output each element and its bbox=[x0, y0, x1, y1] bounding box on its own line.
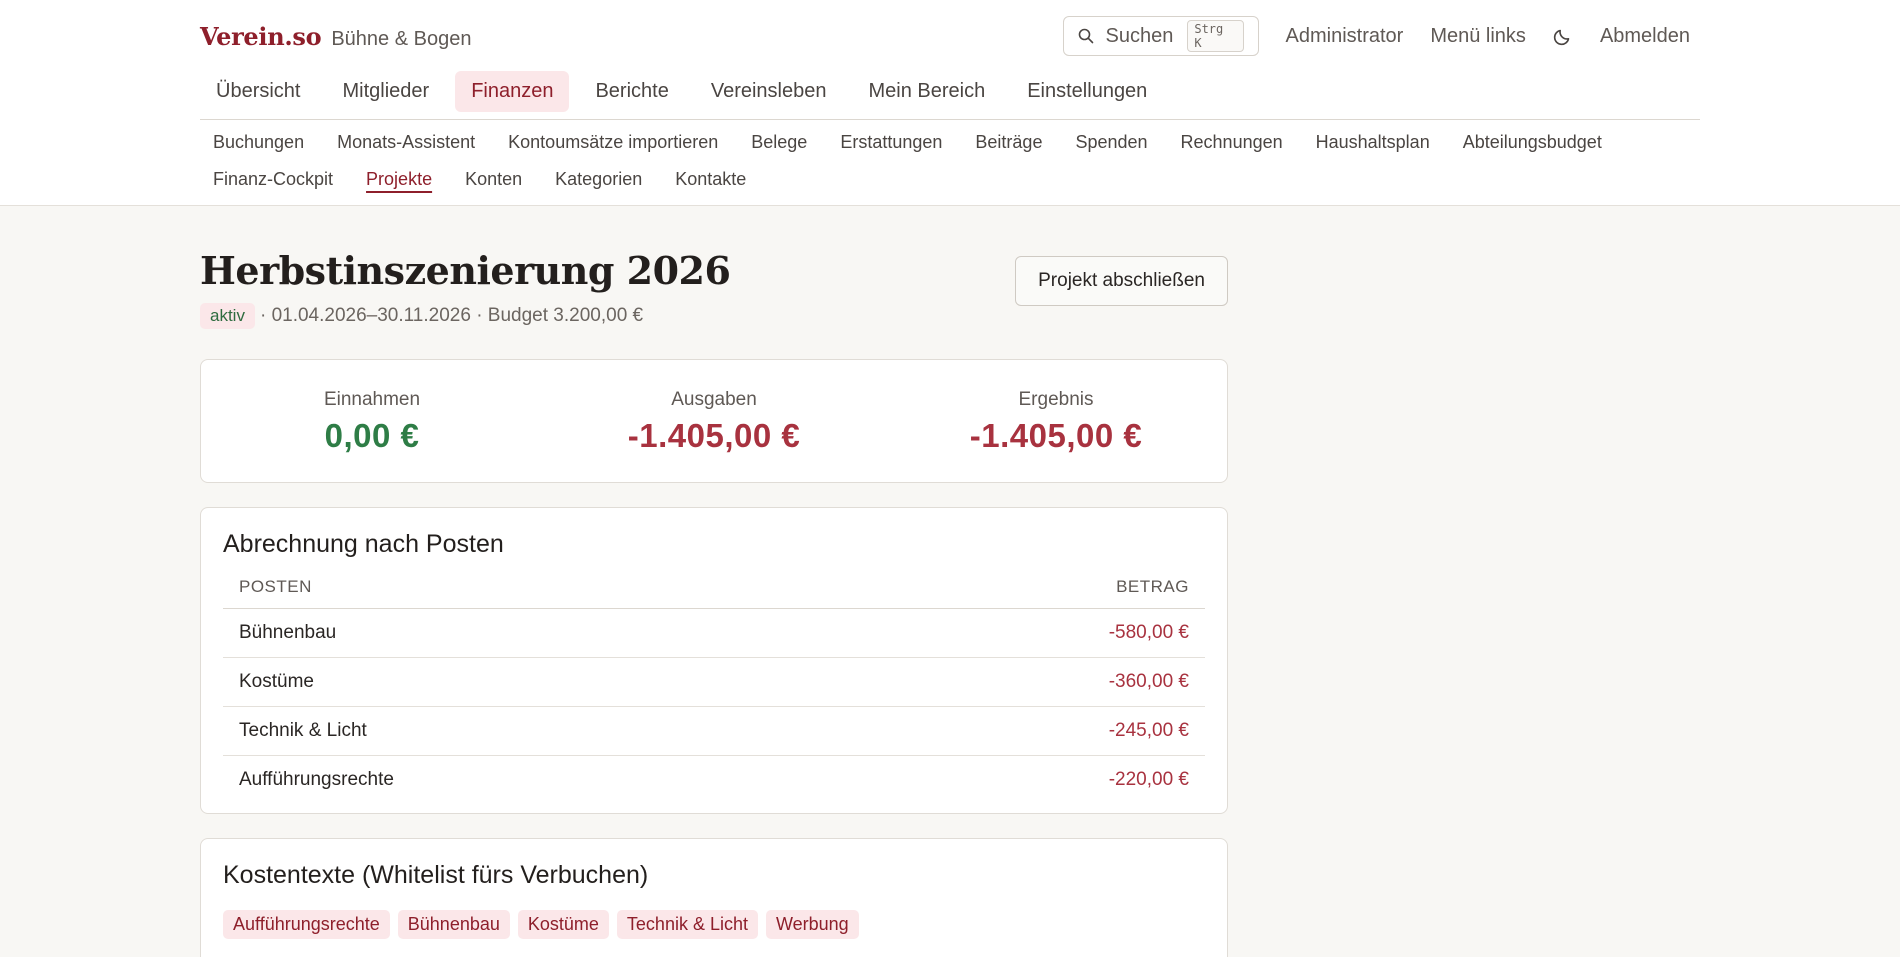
organization-name: Bühne & Bogen bbox=[331, 27, 472, 50]
row-item: Technik & Licht bbox=[223, 706, 837, 756]
logo[interactable]: Verein.so bbox=[200, 22, 322, 51]
project-header: Herbstinszenierung 2026 aktiv · 01.04.20… bbox=[200, 206, 1228, 329]
main-nav: Übersicht Mitglieder Finanzen Berichte V… bbox=[200, 71, 1700, 120]
search-label: Suchen bbox=[1105, 24, 1174, 47]
search-shortcut: Strg K bbox=[1187, 20, 1244, 52]
search-icon bbox=[1078, 28, 1093, 44]
main-nav-item-einstellungen[interactable]: Einstellungen bbox=[1011, 71, 1163, 112]
expenses-stat: Ausgaben -1.405,00 € bbox=[543, 360, 885, 482]
summary-card: Einnahmen 0,00 € Ausgaben -1.405,00 € Er… bbox=[200, 359, 1228, 483]
sub-nav-item-kategorien[interactable]: Kategorien bbox=[555, 165, 642, 194]
main-nav-item-finanzen[interactable]: Finanzen bbox=[455, 71, 570, 112]
cost-texts-title: Kostentexte (Whitelist fürs Verbuchen) bbox=[223, 860, 649, 889]
sub-nav-item-abteilungsbudget[interactable]: Abteilungsbudget bbox=[1463, 128, 1602, 157]
sub-nav: Buchungen Monats-Assistent Kontoumsätze … bbox=[200, 120, 1700, 194]
cost-text-tags: Aufführungsrechte Bühnenbau Kostüme Tech… bbox=[223, 909, 1205, 939]
income-value: 0,00 € bbox=[324, 417, 420, 454]
page-title: Herbstinszenierung 2026 bbox=[200, 248, 731, 293]
sub-nav-item-kontakte[interactable]: Kontakte bbox=[675, 165, 746, 194]
header-actions: Suchen Strg K Administrator Menü links A… bbox=[1062, 16, 1700, 56]
sub-nav-item-projekte[interactable]: Projekte bbox=[366, 165, 432, 194]
income-stat: Einnahmen 0,00 € bbox=[201, 360, 543, 482]
table-header-row: POSTEN BETRAG bbox=[223, 577, 1205, 609]
sub-nav-item-rechnungen[interactable]: Rechnungen bbox=[1181, 128, 1283, 157]
table-row: Kostüme -360,00 € bbox=[223, 657, 1205, 707]
sub-nav-item-monats-assistent[interactable]: Monats-Assistent bbox=[337, 128, 475, 157]
sub-nav-item-beitraege[interactable]: Beiträge bbox=[975, 128, 1042, 157]
result-value: -1.405,00 € bbox=[969, 417, 1143, 454]
menu-left-link[interactable]: Menü links bbox=[1430, 25, 1526, 48]
theme-toggle[interactable] bbox=[1553, 26, 1573, 46]
table-row: Bühnenbau -580,00 € bbox=[223, 608, 1205, 658]
sub-nav-item-buchungen[interactable]: Buchungen bbox=[213, 128, 304, 157]
cost-text-tag[interactable]: Werbung bbox=[765, 909, 859, 939]
main-nav-item-uebersicht[interactable]: Übersicht bbox=[200, 71, 316, 112]
logout-link[interactable]: Abmelden bbox=[1600, 25, 1690, 48]
sub-nav-item-kontoumsaetze[interactable]: Kontoumsätze importieren bbox=[508, 128, 718, 157]
cost-text-tag[interactable]: Kostüme bbox=[517, 909, 609, 939]
sub-nav-item-erstattungen[interactable]: Erstattungen bbox=[840, 128, 942, 157]
status-badge: aktiv bbox=[200, 303, 255, 329]
top-bar: Verein.so Bühne & Bogen Suchen Strg K Ad… bbox=[0, 0, 1900, 206]
row-item: Aufführungsrechte bbox=[239, 769, 394, 791]
result-stat: Ergebnis -1.405,00 € bbox=[885, 360, 1227, 482]
main-nav-item-berichte[interactable]: Berichte bbox=[579, 71, 684, 112]
breakdown-card: Abrechnung nach Posten POSTEN BETRAG Büh… bbox=[200, 507, 1228, 814]
row-amount: -220,00 € bbox=[1108, 769, 1189, 791]
row-item: Kostüme bbox=[223, 657, 837, 707]
table-row: Technik & Licht -245,00 € bbox=[223, 706, 1205, 756]
row-amount: -580,00 € bbox=[836, 608, 1205, 658]
moon-icon bbox=[1553, 29, 1570, 46]
main-nav-item-mein-bereich[interactable]: Mein Bereich bbox=[853, 71, 1002, 112]
expenses-label: Ausgaben bbox=[671, 389, 757, 410]
sub-nav-item-konten[interactable]: Konten bbox=[465, 165, 522, 194]
brand-row: Verein.so Bühne & Bogen Suchen Strg K Ad… bbox=[200, 0, 1700, 72]
expenses-value: -1.405,00 € bbox=[627, 417, 801, 454]
row-item: Bühnenbau bbox=[223, 608, 837, 658]
sub-nav-item-spenden[interactable]: Spenden bbox=[1075, 128, 1147, 157]
table-row: Aufführungsrechte -220,00 € bbox=[223, 756, 1205, 805]
breakdown-title: Abrechnung nach Posten bbox=[223, 530, 504, 558]
cost-text-tag[interactable]: Aufführungsrechte bbox=[223, 909, 390, 939]
close-project-button[interactable]: Projekt abschließen bbox=[1015, 256, 1228, 306]
income-label: Einnahmen bbox=[323, 389, 421, 410]
main-content: Herbstinszenierung 2026 aktiv · 01.04.20… bbox=[200, 206, 1228, 957]
cost-text-tag[interactable]: Technik & Licht bbox=[616, 909, 758, 939]
cost-text-tag[interactable]: Bühnenbau bbox=[397, 909, 510, 939]
result-label: Ergebnis bbox=[1018, 389, 1094, 410]
column-header-item: POSTEN bbox=[223, 577, 837, 609]
sub-nav-item-haushaltsplan[interactable]: Haushaltsplan bbox=[1316, 128, 1430, 157]
sub-nav-item-belege[interactable]: Belege bbox=[751, 128, 807, 157]
search-button[interactable]: Suchen Strg K bbox=[1062, 16, 1259, 56]
admin-link[interactable]: Administrator bbox=[1286, 25, 1404, 48]
main-nav-item-mitglieder[interactable]: Mitglieder bbox=[326, 71, 445, 112]
project-meta: aktiv · 01.04.2026–30.11.2026 · Budget 3… bbox=[200, 303, 730, 329]
sub-nav-item-finanz-cockpit[interactable]: Finanz-Cockpit bbox=[213, 165, 333, 194]
project-meta-text: · 01.04.2026–30.11.2026 · Budget 3.200,0… bbox=[259, 305, 644, 326]
main-nav-item-vereinsleben[interactable]: Vereinsleben bbox=[695, 71, 843, 112]
brand: Verein.so Bühne & Bogen bbox=[200, 22, 471, 51]
row-amount: -360,00 € bbox=[836, 657, 1205, 707]
column-header-amount: BETRAG bbox=[836, 577, 1205, 609]
breakdown-table: POSTEN BETRAG Bühnenbau -580,00 € Kostüm… bbox=[223, 577, 1205, 805]
cost-texts-card: Kostentexte (Whitelist fürs Verbuchen) A… bbox=[200, 837, 1228, 957]
row-amount: -245,00 € bbox=[836, 706, 1205, 756]
